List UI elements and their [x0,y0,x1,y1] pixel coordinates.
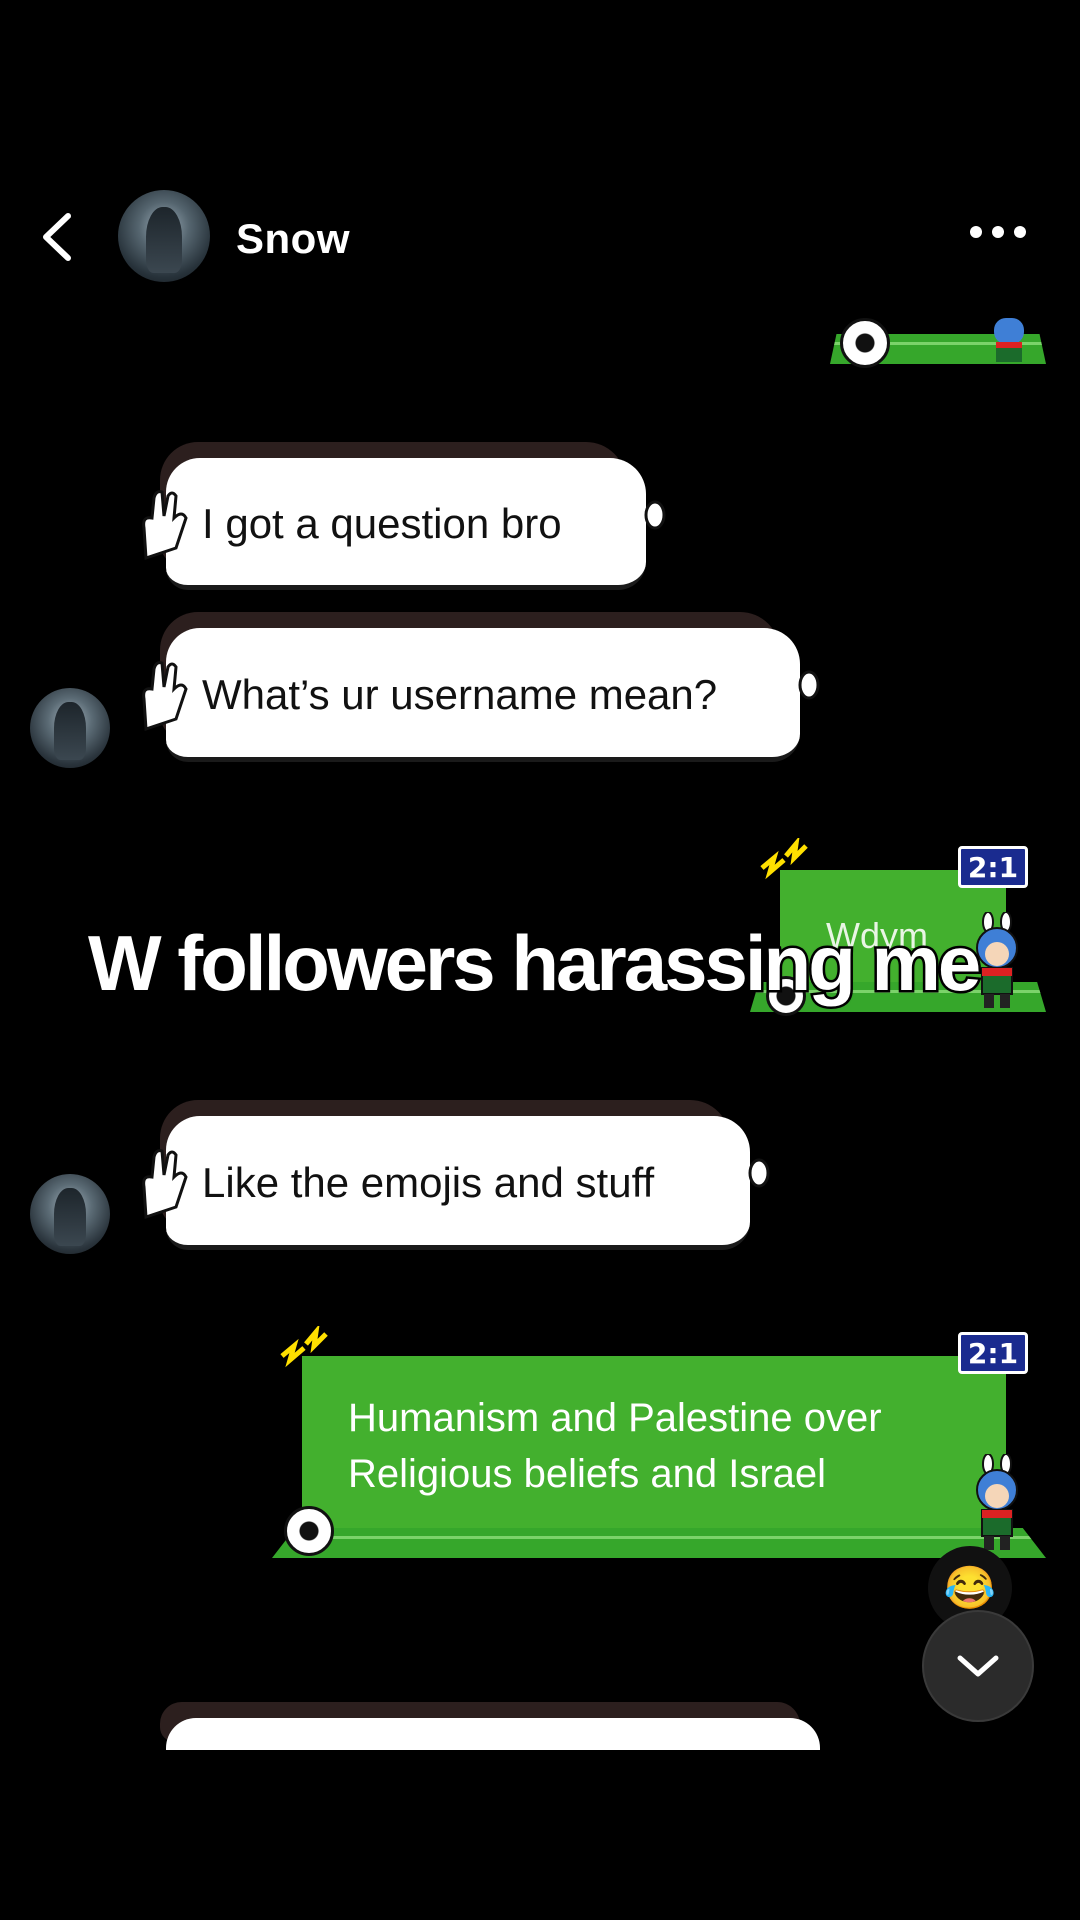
video-caption-overlay: W followers harassing me [85,917,983,1010]
lightning-icon [760,838,808,880]
hand-wave-icon [142,1149,188,1219]
mascot-icon [994,318,1024,362]
soccer-ball-icon [840,318,890,368]
message-bubble-incoming[interactable]: I got a question bro [142,442,666,590]
ear-icon [748,1158,770,1188]
more-horizontal-icon[interactable] [968,222,1028,242]
message-text: Like the emojis and stuff [202,1159,655,1206]
message-text: Humanism and Palestine over Religious be… [348,1396,882,1496]
soccer-ball-icon [284,1506,334,1556]
message-bubble-incoming-partial[interactable] [160,1702,820,1750]
sender-avatar[interactable] [30,688,110,768]
message-partial-outgoing [830,318,1046,368]
scoreboard-icon: 2:1 [958,846,1028,888]
chevron-left-icon[interactable] [38,210,78,264]
contact-name[interactable]: Snow [236,215,350,263]
ear-icon [798,670,820,700]
chevron-down-icon [957,1655,999,1677]
contact-avatar[interactable] [118,190,210,282]
mascot-icon [976,1454,1018,1550]
hand-wave-icon [142,661,188,731]
message-text: I got a question bro [202,500,562,547]
message-bubble-outgoing[interactable]: Humanism and Palestine over Religious be… [272,1326,1046,1558]
scoreboard-icon: 2:1 [958,1332,1028,1374]
scroll-to-bottom-button[interactable] [922,1610,1034,1722]
message-bubble-incoming[interactable]: Like the emojis and stuff [142,1100,770,1250]
lightning-icon [280,1326,328,1368]
message-bubble-incoming[interactable]: What’s ur username mean? [142,612,820,762]
message-text: What’s ur username mean? [202,671,718,718]
ear-icon [644,500,666,530]
hand-wave-icon [142,490,188,560]
sender-avatar[interactable] [30,1174,110,1254]
